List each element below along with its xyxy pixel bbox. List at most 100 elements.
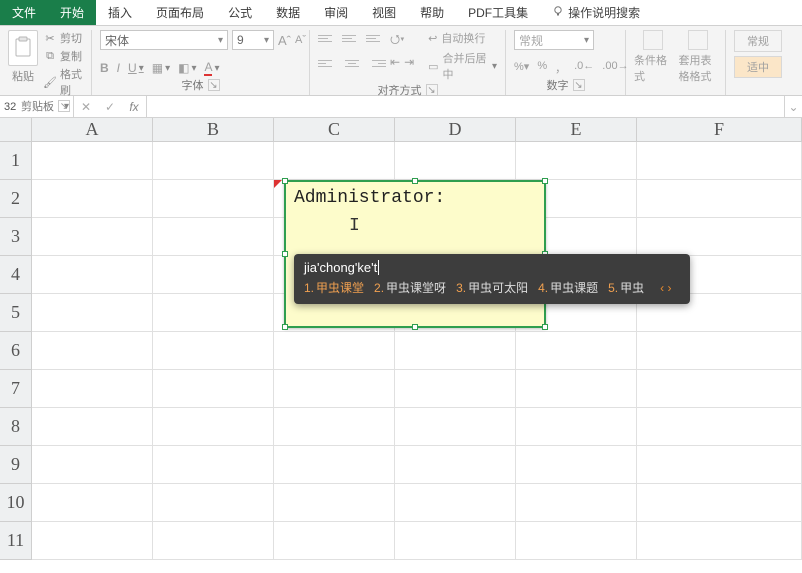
cell[interactable] <box>274 370 395 408</box>
conditional-format-button[interactable]: 条件格式 <box>634 30 673 84</box>
number-format-combo[interactable]: 常规▾ <box>514 30 594 50</box>
ime-candidate[interactable]: 1.甲虫课堂 <box>304 279 364 296</box>
col-header-C[interactable]: C <box>274 118 395 142</box>
dec-decimal-button[interactable]: .00→ <box>602 60 628 76</box>
align-center-button[interactable] <box>342 55 362 71</box>
shrink-font-button[interactable]: Aˇ <box>295 34 306 46</box>
cell[interactable] <box>153 408 274 446</box>
ime-candidate[interactable]: 2.甲虫课堂呀 <box>374 279 446 296</box>
tab-pdf[interactable]: PDF工具集 <box>456 0 540 25</box>
select-all-corner[interactable] <box>0 118 32 142</box>
cell[interactable] <box>32 522 153 560</box>
cell[interactable] <box>153 446 274 484</box>
cell[interactable] <box>153 370 274 408</box>
copy-button[interactable]: ⧉复制 <box>44 48 83 64</box>
cell[interactable] <box>395 332 516 370</box>
row-header-2[interactable]: 2 <box>0 180 32 218</box>
bold-button[interactable]: B <box>100 61 109 75</box>
cell-style-neutral[interactable]: 适中 <box>734 56 782 78</box>
italic-button[interactable]: I <box>117 61 120 75</box>
alignment-launcher[interactable]: ↘ <box>426 84 438 96</box>
cell[interactable] <box>32 142 153 180</box>
cell[interactable] <box>637 446 802 484</box>
cell[interactable] <box>32 484 153 522</box>
cell[interactable] <box>637 408 802 446</box>
cell[interactable] <box>395 408 516 446</box>
cell[interactable] <box>153 294 274 332</box>
cell[interactable] <box>516 370 637 408</box>
tab-insert[interactable]: 插入 <box>96 0 144 25</box>
cell[interactable] <box>32 408 153 446</box>
cell[interactable] <box>637 332 802 370</box>
font-color-button[interactable]: A▾ <box>204 60 219 76</box>
font-launcher[interactable]: ↘ <box>208 79 220 91</box>
ime-candidate[interactable]: 4.甲虫课题 <box>538 279 598 296</box>
col-header-D[interactable]: D <box>395 118 516 142</box>
indent-inc-button[interactable]: ⇥ <box>404 55 414 71</box>
align-left-button[interactable] <box>318 55 338 71</box>
fill-color-button[interactable]: ◧▾ <box>178 61 196 75</box>
cell[interactable] <box>32 446 153 484</box>
tab-file[interactable]: 文件 <box>0 0 48 25</box>
cell[interactable] <box>274 332 395 370</box>
align-right-button[interactable] <box>366 55 386 71</box>
cell[interactable] <box>516 522 637 560</box>
col-header-E[interactable]: E <box>516 118 637 142</box>
cut-button[interactable]: ✂剪切 <box>44 30 83 46</box>
orientation-button[interactable]: ⭯▾ <box>390 30 405 51</box>
row-header-4[interactable]: 4 <box>0 256 32 294</box>
cell[interactable] <box>32 370 153 408</box>
cell[interactable] <box>516 408 637 446</box>
ime-candidate[interactable]: 3.甲虫可太阳 <box>456 279 528 296</box>
cell[interactable] <box>274 484 395 522</box>
border-button[interactable]: ▦▾ <box>152 61 170 75</box>
cell[interactable] <box>153 484 274 522</box>
tab-review[interactable]: 审阅 <box>312 0 360 25</box>
worksheet[interactable]: ABCDEF 1234567891011 Administrator: I ji… <box>0 118 802 573</box>
col-header-B[interactable]: B <box>153 118 274 142</box>
formula-input[interactable] <box>147 96 784 117</box>
row-header-10[interactable]: 10 <box>0 484 32 522</box>
cell[interactable] <box>395 142 516 180</box>
cell[interactable] <box>395 370 516 408</box>
cell[interactable] <box>153 256 274 294</box>
col-header-A[interactable]: A <box>32 118 153 142</box>
cell[interactable] <box>637 484 802 522</box>
cell[interactable] <box>32 180 153 218</box>
grow-font-button[interactable]: Aˆ <box>278 33 291 48</box>
tab-data[interactable]: 数据 <box>264 0 312 25</box>
cell[interactable] <box>395 484 516 522</box>
cell[interactable] <box>153 218 274 256</box>
cell[interactable] <box>516 332 637 370</box>
ime-candidate[interactable]: 5.甲虫 <box>608 279 644 296</box>
cell[interactable] <box>637 218 802 256</box>
row-header-3[interactable]: 3 <box>0 218 32 256</box>
cell[interactable] <box>637 180 802 218</box>
row-header-9[interactable]: 9 <box>0 446 32 484</box>
cell[interactable] <box>153 522 274 560</box>
percent-button[interactable]: % <box>537 60 547 76</box>
fx-expand-button[interactable]: ⌄ <box>784 96 802 117</box>
row-header-1[interactable]: 1 <box>0 142 32 180</box>
cell[interactable] <box>637 142 802 180</box>
cell[interactable] <box>637 522 802 560</box>
align-bottom-button[interactable] <box>366 30 386 46</box>
row-header-7[interactable]: 7 <box>0 370 32 408</box>
align-top-button[interactable] <box>318 30 338 46</box>
cell[interactable] <box>153 180 274 218</box>
font-name-combo[interactable]: 宋体▾ <box>100 30 228 50</box>
wrap-text-button[interactable]: ↩自动换行 <box>428 30 497 46</box>
tab-view[interactable]: 视图 <box>360 0 408 25</box>
comma-button[interactable]: ， <box>555 60 566 76</box>
cell[interactable] <box>32 218 153 256</box>
cell-style-general[interactable]: 常规 <box>734 30 782 52</box>
cell[interactable] <box>516 484 637 522</box>
ime-nav-arrows[interactable]: ‹ › <box>660 281 671 295</box>
cell[interactable] <box>274 446 395 484</box>
cell[interactable] <box>32 332 153 370</box>
cell[interactable] <box>32 256 153 294</box>
cell[interactable] <box>637 370 802 408</box>
format-as-table-button[interactable]: 套用表格格式 <box>679 30 718 84</box>
indent-dec-button[interactable]: ⇤ <box>390 55 400 71</box>
name-box[interactable]: 32▾ <box>0 96 74 117</box>
